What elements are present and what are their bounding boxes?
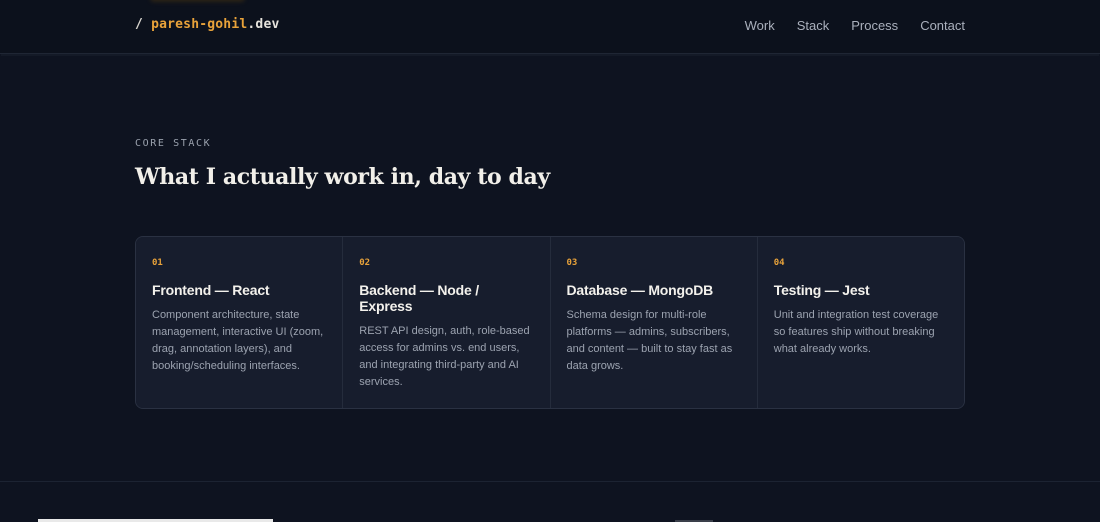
logo-glow — [150, 0, 245, 2]
stack-card-testing: 04 Testing — Jest Unit and integration t… — [757, 237, 964, 408]
card-title: Testing — Jest — [773, 282, 870, 298]
card-description: Schema design for multi-role platforms —… — [566, 309, 733, 372]
stack-card-frontend: 01 Frontend — React Component architectu… — [136, 237, 344, 408]
logo-tld: .dev — [247, 17, 280, 32]
section-eyebrow: CORE STACK — [135, 138, 212, 149]
site-logo[interactable]: / paresh-gohil.dev — [135, 17, 280, 32]
card-description: Component architecture, state management… — [152, 309, 324, 372]
nav-link-work[interactable]: Work — [745, 18, 775, 33]
card-title: Frontend — React — [152, 282, 270, 298]
stack-cards-grid: 01 Frontend — React Component architectu… — [135, 236, 965, 409]
card-title: Database — MongoDB — [566, 282, 714, 298]
logo-name: paresh-gohil — [151, 17, 248, 32]
card-description: Unit and integration test coverage so fe… — [773, 309, 939, 355]
card-description: REST API design, auth, role-based access… — [359, 325, 530, 388]
card-number: 04 — [773, 258, 785, 268]
section-divider — [0, 481, 1100, 482]
stack-card-backend: 02 Backend — Node / Express REST API des… — [343, 237, 551, 408]
nav-link-process[interactable]: Process — [851, 18, 898, 33]
top-nav-bar: / paresh-gohil.dev Work Stack Process Co… — [0, 0, 1100, 54]
logo-slash: / — [135, 17, 144, 32]
stack-card-database: 03 Database — MongoDB Schema design for … — [550, 237, 758, 408]
main-nav: Work Stack Process Contact — [745, 18, 965, 33]
nav-link-stack[interactable]: Stack — [797, 18, 830, 33]
card-title: Backend — Node / Express — [359, 282, 479, 314]
card-number: 03 — [566, 258, 578, 268]
nav-link-contact[interactable]: Contact — [920, 18, 965, 33]
card-number: 01 — [152, 258, 163, 268]
card-number: 02 — [359, 258, 371, 268]
section-title: What I actually work in, day to day — [135, 164, 550, 190]
